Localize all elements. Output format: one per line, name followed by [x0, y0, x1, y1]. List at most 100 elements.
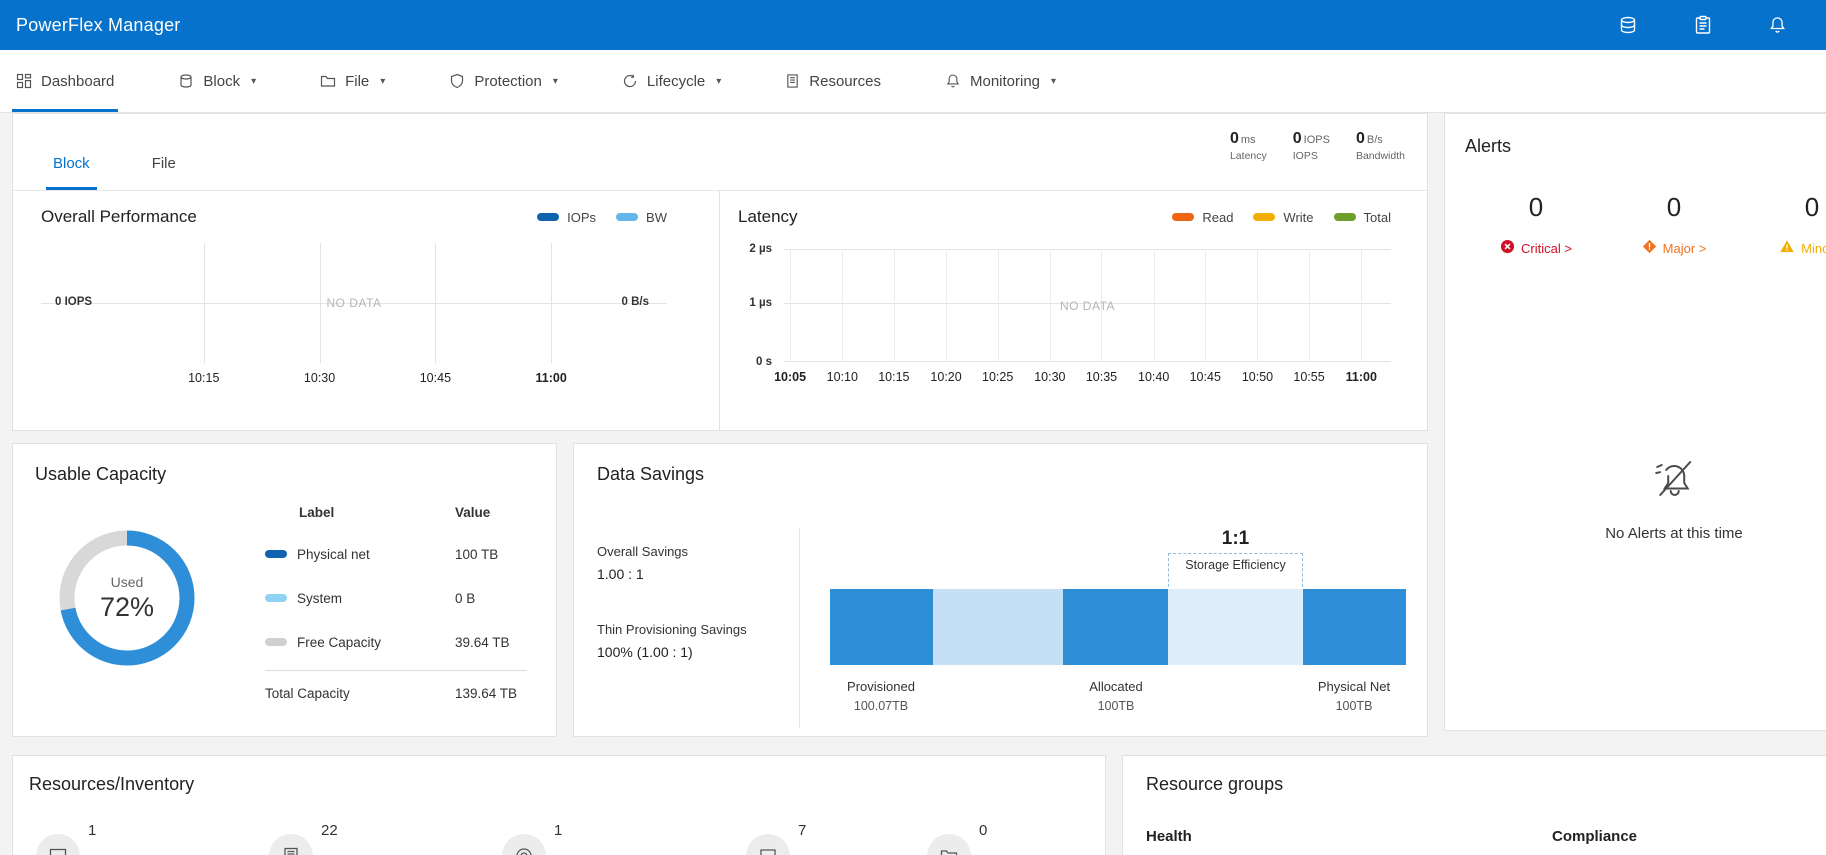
lifecycle-icon: [622, 73, 638, 89]
bell-icon: [945, 73, 961, 89]
nav-item-monitoring[interactable]: Monitoring ▾: [945, 50, 1056, 112]
latency-chart: 2 µs 1 µs 0 s NO DATA: [784, 249, 1391, 362]
inventory-count: 22: [321, 822, 338, 839]
clipboard-icon[interactable]: [1694, 15, 1712, 35]
grid-icon: [16, 73, 32, 89]
donut-used-label: Used: [111, 574, 144, 590]
critical-label: Critical >: [1521, 241, 1572, 256]
stat-unit: ms: [1241, 134, 1256, 146]
legend-label: IOPs: [567, 210, 596, 225]
minor-link[interactable]: Minor >: [1743, 239, 1826, 257]
usable-capacity-card: Usable Capacity Used 72% Label Value Phy…: [12, 443, 557, 737]
chevron-down-icon: ▾: [1051, 76, 1056, 87]
no-alerts-text: No Alerts at this time: [1605, 525, 1743, 542]
stat-label: Latency: [1230, 150, 1267, 162]
tab-block[interactable]: Block: [46, 155, 97, 190]
x-tick: 10:25: [982, 370, 1013, 384]
overall-performance-title: Overall Performance: [41, 207, 197, 227]
nav-label: Lifecycle: [647, 73, 705, 90]
iops-stat: 0IOPS IOPS: [1293, 130, 1330, 162]
savings-bar-chart: [830, 589, 1406, 665]
nav-item-file[interactable]: File ▾: [320, 50, 385, 112]
stat-value: 0: [1293, 130, 1302, 147]
critical-alerts: 0 Critical >: [1467, 192, 1605, 257]
data-savings-title: Data Savings: [597, 464, 704, 485]
block-storage-icon: [178, 73, 194, 89]
stat-value: 0: [1356, 130, 1365, 147]
donut-used-percent: 72%: [100, 592, 154, 623]
resources-icon: [785, 73, 800, 89]
row-label: Free Capacity: [297, 635, 381, 650]
system-swatch: [265, 594, 287, 602]
chat-icon: [746, 834, 790, 855]
major-icon: [1642, 239, 1657, 257]
tab-file[interactable]: File: [145, 155, 183, 190]
performance-tabs: Block File 0ms Latency 0IOPS IOPS 0B/s B…: [13, 114, 1427, 191]
major-link[interactable]: Major >: [1605, 239, 1743, 257]
x-tick: 10:20: [930, 370, 961, 384]
overall-savings-label: Overall Savings: [597, 544, 688, 559]
nav-item-resources[interactable]: Resources: [785, 50, 881, 112]
server-icon: [269, 834, 313, 855]
database-icon[interactable]: [1618, 15, 1638, 35]
y-tick: 2 µs: [749, 243, 772, 255]
latency-x-axis: 10:05 10:10 10:15 10:20 10:25 10:30 10:3…: [784, 370, 1391, 392]
nav-label: Monitoring: [970, 73, 1040, 90]
latency-legend: Read Write Total: [1172, 210, 1391, 225]
health-column-header: Health: [1146, 828, 1192, 845]
x-tick: 10:15: [878, 370, 909, 384]
bandwidth-stat: 0B/s Bandwidth: [1356, 130, 1405, 162]
critical-link[interactable]: Critical >: [1467, 239, 1605, 257]
provisioned-bar-segment: [830, 589, 933, 665]
resource-groups-card: Resource groups Health Compliance: [1122, 755, 1826, 855]
capacity-table-header: Label Value: [265, 492, 527, 532]
header-icon-group: [1618, 0, 1826, 50]
efficiency-ratio: 1:1: [1168, 528, 1303, 550]
bell-slash-icon: [1648, 489, 1700, 506]
overall-performance-x-axis: 10:15 10:30 10:45 11:00: [41, 371, 667, 393]
nav-item-protection[interactable]: Protection ▾: [449, 50, 558, 112]
row-label: Physical net: [297, 547, 370, 562]
nav-item-lifecycle[interactable]: Lifecycle ▾: [622, 50, 721, 112]
latency-stat: 0ms Latency: [1230, 130, 1267, 162]
total-legend-swatch: [1334, 213, 1356, 221]
critical-icon: [1500, 239, 1515, 257]
efficiency-bracket: Storage Efficiency: [1168, 553, 1303, 592]
legend-label: Write: [1283, 210, 1313, 225]
stat-unit: IOPS: [1304, 134, 1330, 146]
stat-unit: B/s: [1367, 134, 1383, 146]
folder-icon: [320, 73, 336, 89]
chevron-down-icon: ▾: [716, 76, 721, 87]
x-tick: 10:30: [1034, 370, 1065, 384]
major-label: Major >: [1663, 241, 1707, 256]
capacity-donut-chart: Used 72%: [53, 524, 201, 672]
folder-icon: [927, 834, 971, 855]
divider: [799, 528, 800, 728]
main-nav: Dashboard Block ▾ File ▾ Protection ▾ Li…: [0, 50, 1826, 113]
x-tick: 10:30: [304, 371, 335, 385]
write-legend-swatch: [1253, 213, 1275, 221]
row-value: 39.64 TB: [455, 635, 510, 650]
row-value: 100 TB: [455, 547, 498, 562]
nav-item-dashboard[interactable]: Dashboard: [16, 50, 114, 112]
nav-item-block[interactable]: Block ▾: [178, 50, 256, 112]
table-row: Free Capacity 39.64 TB: [265, 620, 527, 664]
no-data-message: NO DATA: [326, 296, 381, 310]
nav-label: Dashboard: [41, 73, 114, 90]
minor-count: 0: [1743, 192, 1826, 223]
overall-performance-legend: IOPs BW: [537, 210, 667, 225]
app-title: PowerFlex Manager: [16, 15, 180, 36]
overall-performance-panel: Overall Performance IOPs BW 0 IOPS 0 B/s…: [13, 191, 720, 431]
major-count: 0: [1605, 192, 1743, 223]
latency-title: Latency: [738, 207, 798, 227]
stat-label: IOPS: [1293, 150, 1330, 162]
allocated-label: Allocated 100TB: [1089, 679, 1142, 713]
x-tick: 10:40: [1138, 370, 1169, 384]
x-tick: 10:55: [1293, 370, 1324, 384]
alerts-card: Alerts 0 Critical > 0 Major > 0 Minor >: [1444, 113, 1826, 731]
y-tick: 1 µs: [749, 297, 772, 309]
performance-summary-stats: 0ms Latency 0IOPS IOPS 0B/s Bandwidth: [1230, 130, 1405, 162]
physical-net-bar-segment: [1303, 589, 1406, 665]
bell-icon[interactable]: [1768, 15, 1787, 35]
usable-capacity-title: Usable Capacity: [35, 464, 166, 485]
